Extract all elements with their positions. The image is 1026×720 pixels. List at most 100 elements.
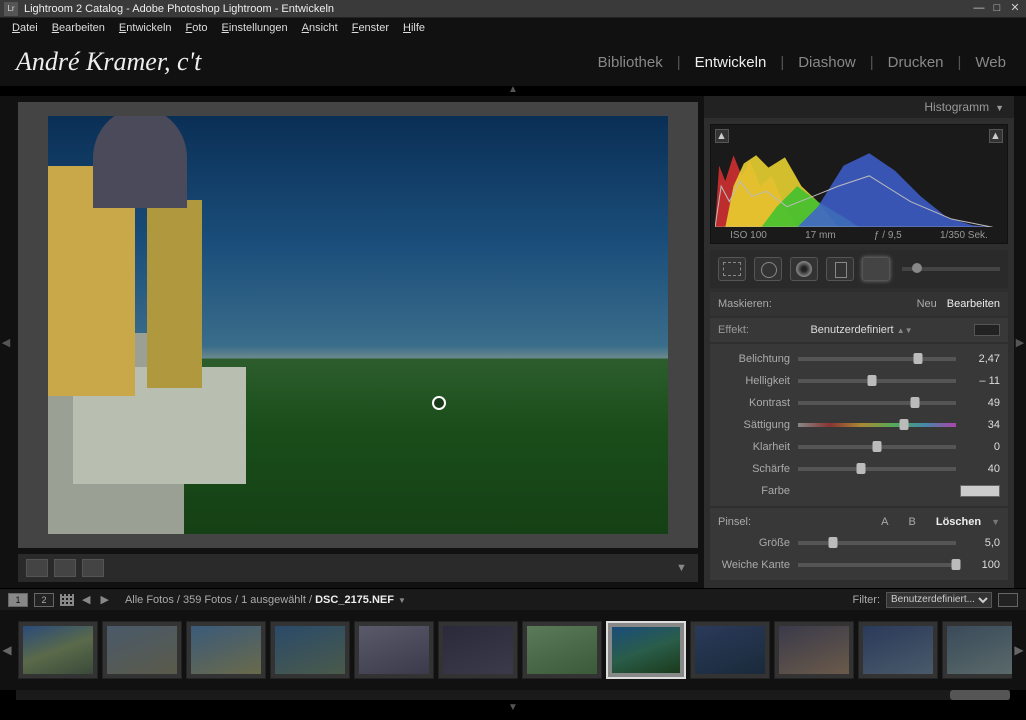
slider-track-weiche-kante[interactable] <box>798 563 956 567</box>
brush-collapse-icon[interactable]: ▼ <box>991 517 1000 527</box>
view-mode-before-after-1[interactable] <box>54 559 76 577</box>
tool-strip <box>710 250 1008 288</box>
thumb-11[interactable] <box>858 621 938 679</box>
exif-iso: ISO 100 <box>730 230 767 241</box>
slider-track-helligkeit[interactable] <box>798 379 956 383</box>
nav-prev[interactable]: ◀ <box>80 593 92 606</box>
spot-removal-tool[interactable] <box>754 257 782 281</box>
menu-fenster[interactable]: Fenster <box>346 20 395 36</box>
scrollbar-handle[interactable] <box>950 690 1010 700</box>
redeye-tool[interactable] <box>790 257 818 281</box>
effect-label: Effekt: <box>718 324 749 336</box>
brush-label: Pinsel: <box>718 516 871 528</box>
shadow-clipping-icon[interactable]: ▲ <box>715 129 729 143</box>
toggle-right-panel[interactable]: ▶ <box>1014 96 1026 588</box>
filter-dropdown[interactable]: Benutzerdefiniert... <box>886 592 992 608</box>
module-diashow[interactable]: Diashow <box>794 54 860 71</box>
nav-next[interactable]: ▶ <box>98 593 110 606</box>
view-mode-before-after-2[interactable] <box>82 559 104 577</box>
adjustment-brush-tool[interactable] <box>862 257 890 281</box>
photo-preview[interactable] <box>48 116 668 534</box>
toolbar-dropdown[interactable]: ▼ <box>676 562 690 574</box>
effect-toggle[interactable] <box>974 324 1000 336</box>
exif-strip: ISO 100 17 mm ƒ / 9,5 1/350 Sek. <box>711 230 1007 241</box>
module-web[interactable]: Web <box>971 54 1010 71</box>
menu-bearbeiten[interactable]: Bearbeiten <box>46 20 111 36</box>
filmstrip-left[interactable]: ◀ <box>0 643 14 657</box>
filmstrip-row: ◀ ▶ <box>0 610 1026 690</box>
view-mode-loupe[interactable] <box>26 559 48 577</box>
module-entwickeln[interactable]: Entwickeln <box>691 54 771 71</box>
tool-size-slider[interactable] <box>902 267 1000 271</box>
secondary-display-1[interactable]: 1 <box>8 593 28 607</box>
slider-saettigung: Sättigung 34 <box>718 414 1000 436</box>
thumb-7[interactable] <box>522 621 602 679</box>
secondary-display-2[interactable]: 2 <box>34 593 54 607</box>
minimize-button[interactable]: — <box>972 3 986 15</box>
breadcrumb-dropdown-icon[interactable]: ▼ <box>398 596 406 605</box>
slider-track-belichtung[interactable] <box>798 357 956 361</box>
slider-track-groesse[interactable] <box>798 541 956 545</box>
filter-lock-icon[interactable] <box>998 593 1018 607</box>
slider-track-saettigung[interactable] <box>798 423 956 427</box>
titlebar: Lr Lightroom 2 Catalog - Adobe Photoshop… <box>0 0 1026 18</box>
sliders-panel: Belichtung 2,47 Helligkeit – 11 Kontrast… <box>710 344 1008 506</box>
main-area: ◀ ▼ Histogramm▼ <box>0 96 1026 588</box>
toggle-bottom-panel[interactable]: ▼ <box>0 704 1026 714</box>
menu-foto[interactable]: Foto <box>180 20 214 36</box>
menu-hilfe[interactable]: Hilfe <box>397 20 431 36</box>
filmstrip-info-bar: 1 2 ◀ ▶ Alle Fotos / 359 Fotos / 1 ausge… <box>0 588 1026 610</box>
mask-new[interactable]: Neu <box>917 298 937 310</box>
slider-track-schaerfe[interactable] <box>798 467 956 471</box>
right-panel: Histogramm▼ ▲ ▲ ISO 100 17 mm ƒ / 9,5 1/… <box>704 96 1014 588</box>
thumb-9[interactable] <box>690 621 770 679</box>
filter-label: Filter: <box>853 594 881 606</box>
crop-tool[interactable] <box>718 257 746 281</box>
highlight-clipping-icon[interactable]: ▲ <box>989 129 1003 143</box>
brush-b[interactable]: B <box>909 516 916 528</box>
module-drucken[interactable]: Drucken <box>884 54 948 71</box>
toggle-top-panel[interactable]: ▲ <box>0 86 1026 96</box>
slider-track-kontrast[interactable] <box>798 401 956 405</box>
breadcrumb[interactable]: Alle Fotos / 359 Fotos / 1 ausgewählt / … <box>125 594 406 606</box>
thumb-6[interactable] <box>438 621 518 679</box>
thumb-12[interactable] <box>942 621 1012 679</box>
menu-einstellungen[interactable]: Einstellungen <box>216 20 294 36</box>
histogram[interactable]: ▲ ▲ ISO 100 17 mm ƒ / 9,5 1/350 Sek. <box>710 124 1008 244</box>
module-bibliothek[interactable]: Bibliothek <box>594 54 667 71</box>
exif-shutter: 1/350 Sek. <box>940 230 988 241</box>
menu-entwickeln[interactable]: Entwickeln <box>113 20 178 36</box>
filmstrip[interactable] <box>14 615 1012 685</box>
thumb-10[interactable] <box>774 621 854 679</box>
preview-toolbar: ▼ <box>18 554 698 582</box>
menu-datei[interactable]: Datei <box>6 20 44 36</box>
identity-plate: André Kramer, c't <box>16 47 594 77</box>
grid-view-icon[interactable] <box>60 594 74 606</box>
app-icon: Lr <box>4 2 18 16</box>
histogram-header[interactable]: Histogramm▼ <box>704 96 1014 118</box>
effect-dropdown[interactable]: Benutzerdefiniert ▲▼ <box>757 324 966 336</box>
topbar: André Kramer, c't Bibliothek| Entwickeln… <box>0 38 1026 86</box>
graduated-filter-tool[interactable] <box>826 257 854 281</box>
maximize-button[interactable]: □ <box>990 3 1004 15</box>
thumb-3[interactable] <box>186 621 266 679</box>
exif-aperture: ƒ / 9,5 <box>874 230 902 241</box>
thumb-8-selected[interactable] <box>606 621 686 679</box>
brush-erase[interactable]: Löschen <box>936 516 981 528</box>
thumb-1[interactable] <box>18 621 98 679</box>
slider-track-klarheit[interactable] <box>798 445 956 449</box>
color-swatch[interactable] <box>960 485 1000 497</box>
filmstrip-right[interactable]: ▶ <box>1012 643 1026 657</box>
mask-edit[interactable]: Bearbeiten <box>947 298 1000 310</box>
thumb-2[interactable] <box>102 621 182 679</box>
menu-ansicht[interactable]: Ansicht <box>296 20 344 36</box>
toggle-left-panel[interactable]: ◀ <box>0 96 12 588</box>
preview-area[interactable] <box>18 102 698 548</box>
thumb-4[interactable] <box>270 621 350 679</box>
brush-section: Pinsel: A B Löschen ▼ Größe 5,0 Weiche K… <box>710 508 1008 580</box>
filmstrip-scrollbar[interactable] <box>16 690 1010 700</box>
close-button[interactable]: ✕ <box>1008 3 1022 15</box>
brush-a[interactable]: A <box>881 516 888 528</box>
window-title: Lightroom 2 Catalog - Adobe Photoshop Li… <box>24 3 972 15</box>
thumb-5[interactable] <box>354 621 434 679</box>
